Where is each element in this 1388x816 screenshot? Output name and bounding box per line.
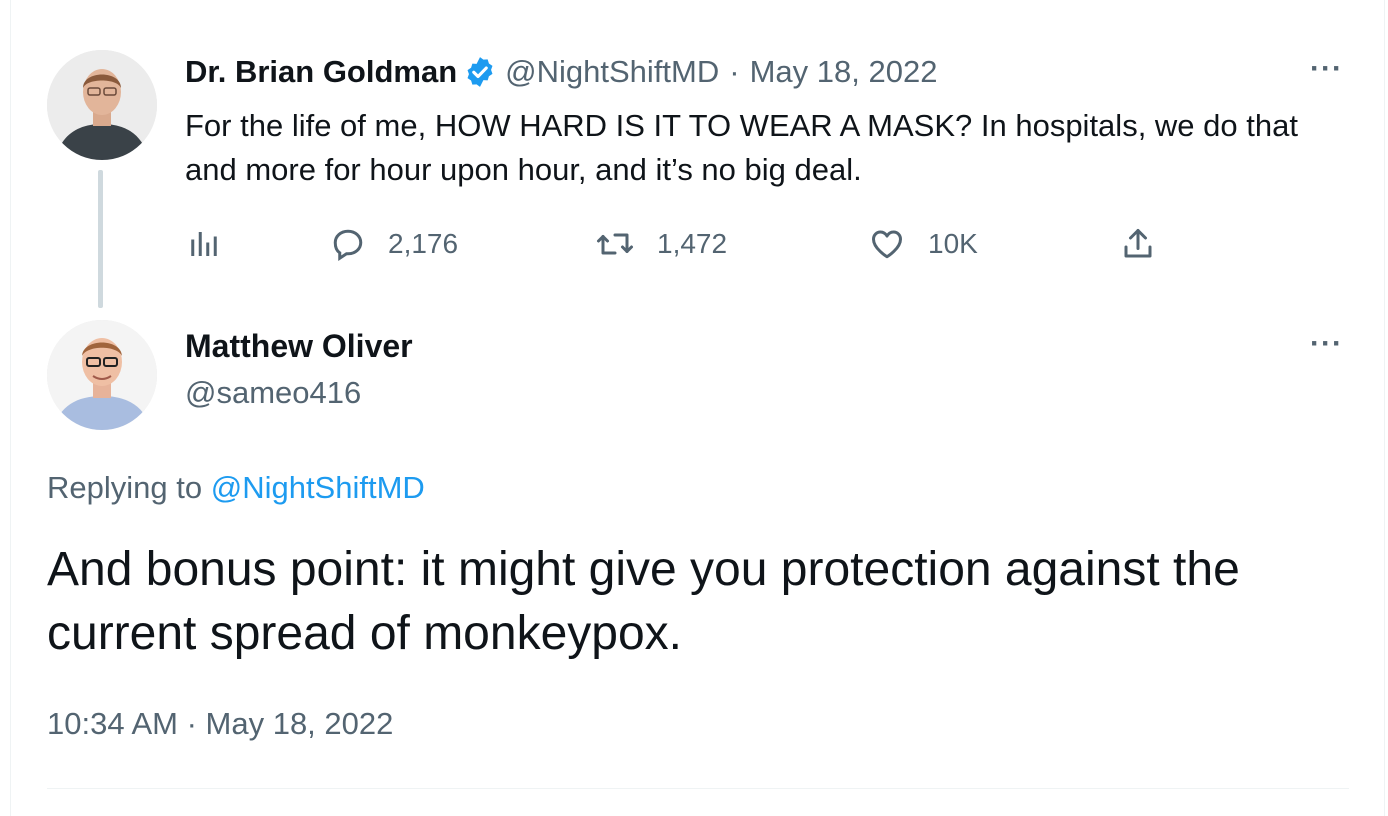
reply-timestamp[interactable]: 10:34 AM · May 18, 2022 <box>47 706 393 742</box>
replying-to-link[interactable]: @NightShiftMD <box>211 470 425 505</box>
author-name[interactable]: Dr. Brian Goldman <box>185 54 457 90</box>
share-button[interactable] <box>1120 222 1156 266</box>
parent-tweet-text: For the life of me, HOW HARD IS IT TO WE… <box>185 108 1298 187</box>
more-options-button[interactable]: ··· <box>1310 327 1343 361</box>
more-options-button[interactable]: ··· <box>1310 52 1343 86</box>
avatar[interactable] <box>47 50 157 160</box>
author-handle[interactable]: @NightShiftMD <box>505 54 719 90</box>
retweet-button[interactable]: 1,472 <box>595 222 727 266</box>
avatar[interactable] <box>47 320 157 430</box>
replying-to-line: Replying to @NightShiftMD <box>47 470 425 506</box>
reply-count: 2,176 <box>388 228 459 259</box>
analytics-button[interactable] <box>186 222 222 266</box>
thread-connector-line <box>98 170 103 308</box>
retweet-count: 1,472 <box>657 228 728 259</box>
frame-border-right <box>1384 0 1385 816</box>
reply-button[interactable]: 2,176 <box>330 222 458 266</box>
verified-badge-icon <box>463 55 497 89</box>
like-count: 10K <box>928 228 978 259</box>
retweet-icon <box>595 226 635 262</box>
reply-icon <box>330 226 366 262</box>
frame-border-left <box>10 0 11 816</box>
heart-icon <box>868 226 906 262</box>
divider <box>47 788 1349 789</box>
like-button[interactable]: 10K <box>868 222 978 266</box>
share-icon <box>1120 226 1156 262</box>
replying-to-label: Replying to <box>47 470 203 505</box>
reply-author-handle[interactable]: @sameo416 <box>185 375 361 411</box>
tweet-date[interactable]: May 18, 2022 <box>750 54 938 90</box>
analytics-icon <box>186 226 222 262</box>
reply-author-name[interactable]: Matthew Oliver <box>185 328 413 365</box>
meta-separator: · <box>729 54 740 89</box>
reply-tweet-text: And bonus point: it might give you prote… <box>47 543 1240 660</box>
parent-tweet-header: Dr. Brian Goldman @NightShiftMD · May 18… <box>185 52 937 92</box>
